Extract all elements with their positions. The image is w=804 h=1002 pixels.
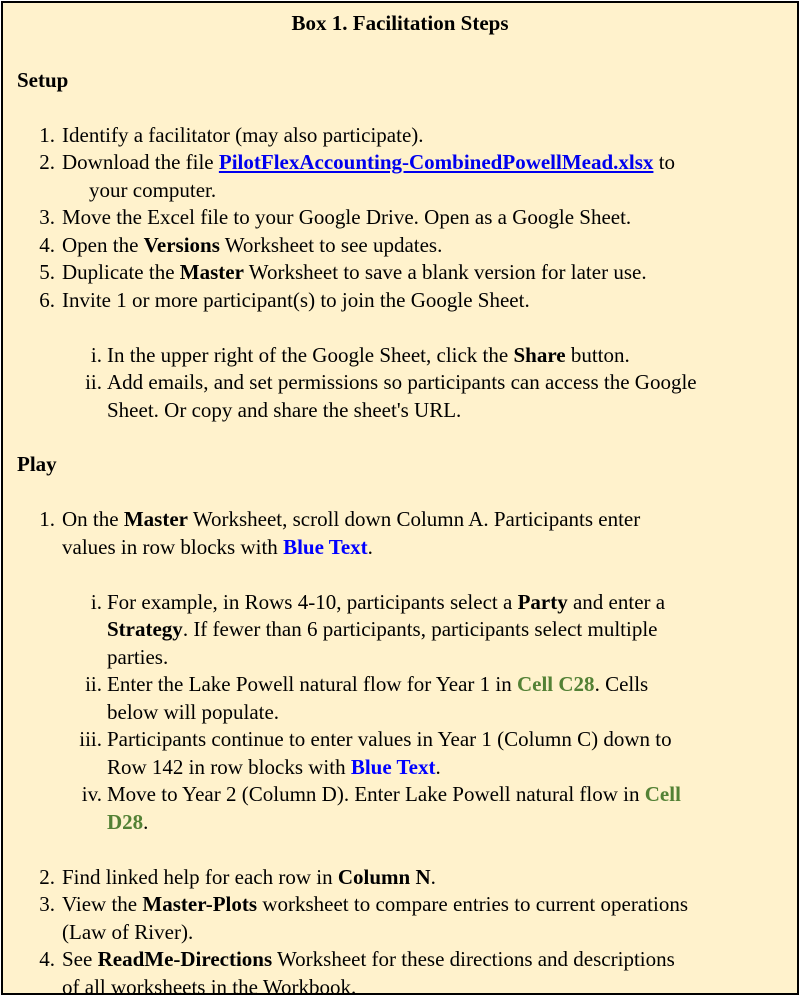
facilitation-box: Box 1. Facilitation Steps Setup 1. Ident… <box>1 1 799 995</box>
xlsx-file-link[interactable]: PilotFlexAccounting-CombinedPowellMead.x… <box>219 150 654 174</box>
list-item: 6. Invite 1 or more participant(s) to jo… <box>39 287 530 312</box>
list-item: ii. Add emails, and set permissions so p… <box>85 370 697 422</box>
list-item: 4. Open the Versions Worksheet to see up… <box>39 232 443 257</box>
list-item: 2. Find linked help for each row in Colu… <box>39 864 436 889</box>
list-item: i. In the upper right of the Google Shee… <box>90 342 630 367</box>
box-title: Box 1. Facilitation Steps <box>291 11 509 35</box>
list-item: iv. Move to Year 2 (Column D). Enter Lak… <box>81 782 681 834</box>
list-item: 2. Download the file PilotFlexAccounting… <box>39 150 676 202</box>
list-item: i. For example, in Rows 4-10, participan… <box>90 589 666 669</box>
list-item: 1. On the Master Worksheet, scroll down … <box>39 507 641 559</box>
play-list: 1. On the Master Worksheet, scroll down … <box>17 506 783 561</box>
list-item: 5. Duplicate the Master Worksheet to sav… <box>39 260 647 284</box>
list-item: 4. See ReadMe-Directions Worksheet for t… <box>39 947 675 995</box>
setup-heading: Setup <box>17 67 69 92</box>
list-item: 1. Identify a facilitator (may also part… <box>39 122 424 147</box>
setup-sublist: i. In the upper right of the Google Shee… <box>17 342 783 425</box>
play-sublist: i. For example, in Rows 4-10, participan… <box>17 589 783 837</box>
list-item: ii. Enter the Lake Powell natural flow f… <box>85 672 649 724</box>
play-heading: Play <box>17 452 57 476</box>
list-item: 3. Move the Excel file to your Google Dr… <box>39 205 632 229</box>
list-item: 3. View the Master-Plots worksheet to co… <box>39 892 688 944</box>
list-item: iii. Participants continue to enter valu… <box>79 727 672 779</box>
play-list-continued: 2. Find linked help for each row in Colu… <box>17 864 783 995</box>
setup-list: 1. Identify a facilitator (may also part… <box>17 122 783 315</box>
